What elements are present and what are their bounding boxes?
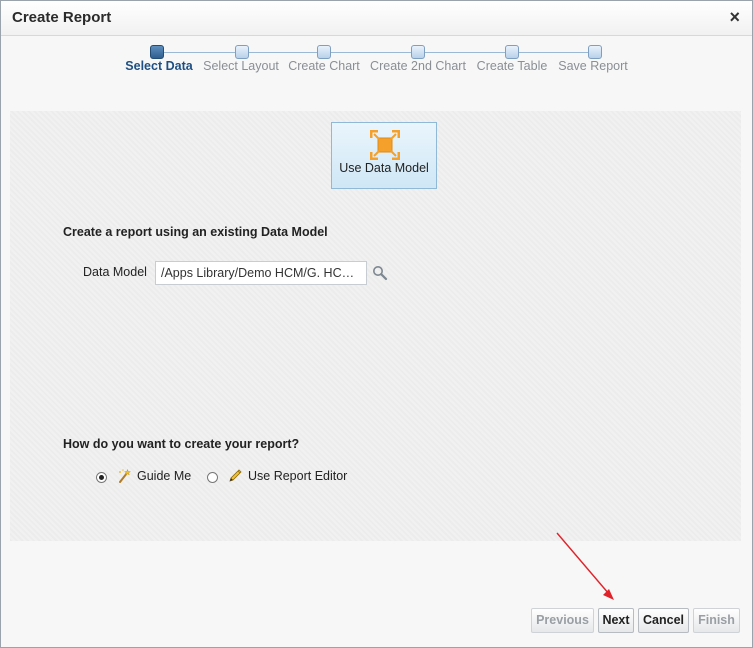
use-report-editor-radio[interactable] (207, 472, 218, 483)
dialog-title: Create Report (12, 9, 112, 26)
previous-button[interactable]: Previous (531, 608, 594, 633)
data-model-heading: Create a report using an existing Data M… (63, 225, 328, 239)
use-data-model-button[interactable]: Use Data Model (331, 122, 437, 189)
creation-method-heading: How do you want to create your report? (63, 437, 300, 451)
search-icon[interactable] (372, 265, 388, 281)
data-model-label: Data Model (83, 265, 147, 279)
use-data-model-label: Use Data Model (339, 161, 429, 175)
step-label: Create Table (476, 59, 548, 73)
pencil-icon (229, 469, 242, 482)
train-connector (156, 52, 594, 53)
step-label: Create 2nd Chart (370, 59, 466, 73)
data-model-icon (370, 130, 400, 160)
step-indicator-icon (235, 45, 249, 59)
step-indicator-icon (588, 45, 602, 59)
close-icon[interactable]: × (729, 7, 740, 27)
next-button[interactable]: Next (598, 608, 634, 633)
select-data-panel: Use Data Model Create a report using an … (10, 111, 741, 541)
cancel-button[interactable]: Cancel (638, 608, 689, 633)
step-label: Select Layout (203, 59, 279, 73)
step-label: Select Data (125, 59, 193, 73)
guide-me-label: Guide Me (137, 469, 192, 483)
data-model-field[interactable]: /Apps Library/Demo HCM/G. HCM Model (155, 261, 367, 285)
step-label: Save Report (558, 59, 628, 73)
finish-button[interactable]: Finish (693, 608, 740, 633)
wand-icon (119, 468, 132, 483)
dialog-titlebar: Create Report × (1, 1, 752, 36)
step-indicator-icon (505, 45, 519, 59)
step-indicator-icon (411, 45, 425, 59)
step-label: Create Chart (288, 59, 360, 73)
step-indicator-icon (150, 45, 164, 59)
wizard-train: Select Data Select Layout Create Chart C… (1, 39, 752, 89)
create-report-dialog: Create Report × Select Data Select Layou… (0, 0, 753, 648)
guide-me-radio[interactable] (96, 472, 107, 483)
step-indicator-icon (317, 45, 331, 59)
use-report-editor-label: Use Report Editor (248, 469, 348, 483)
